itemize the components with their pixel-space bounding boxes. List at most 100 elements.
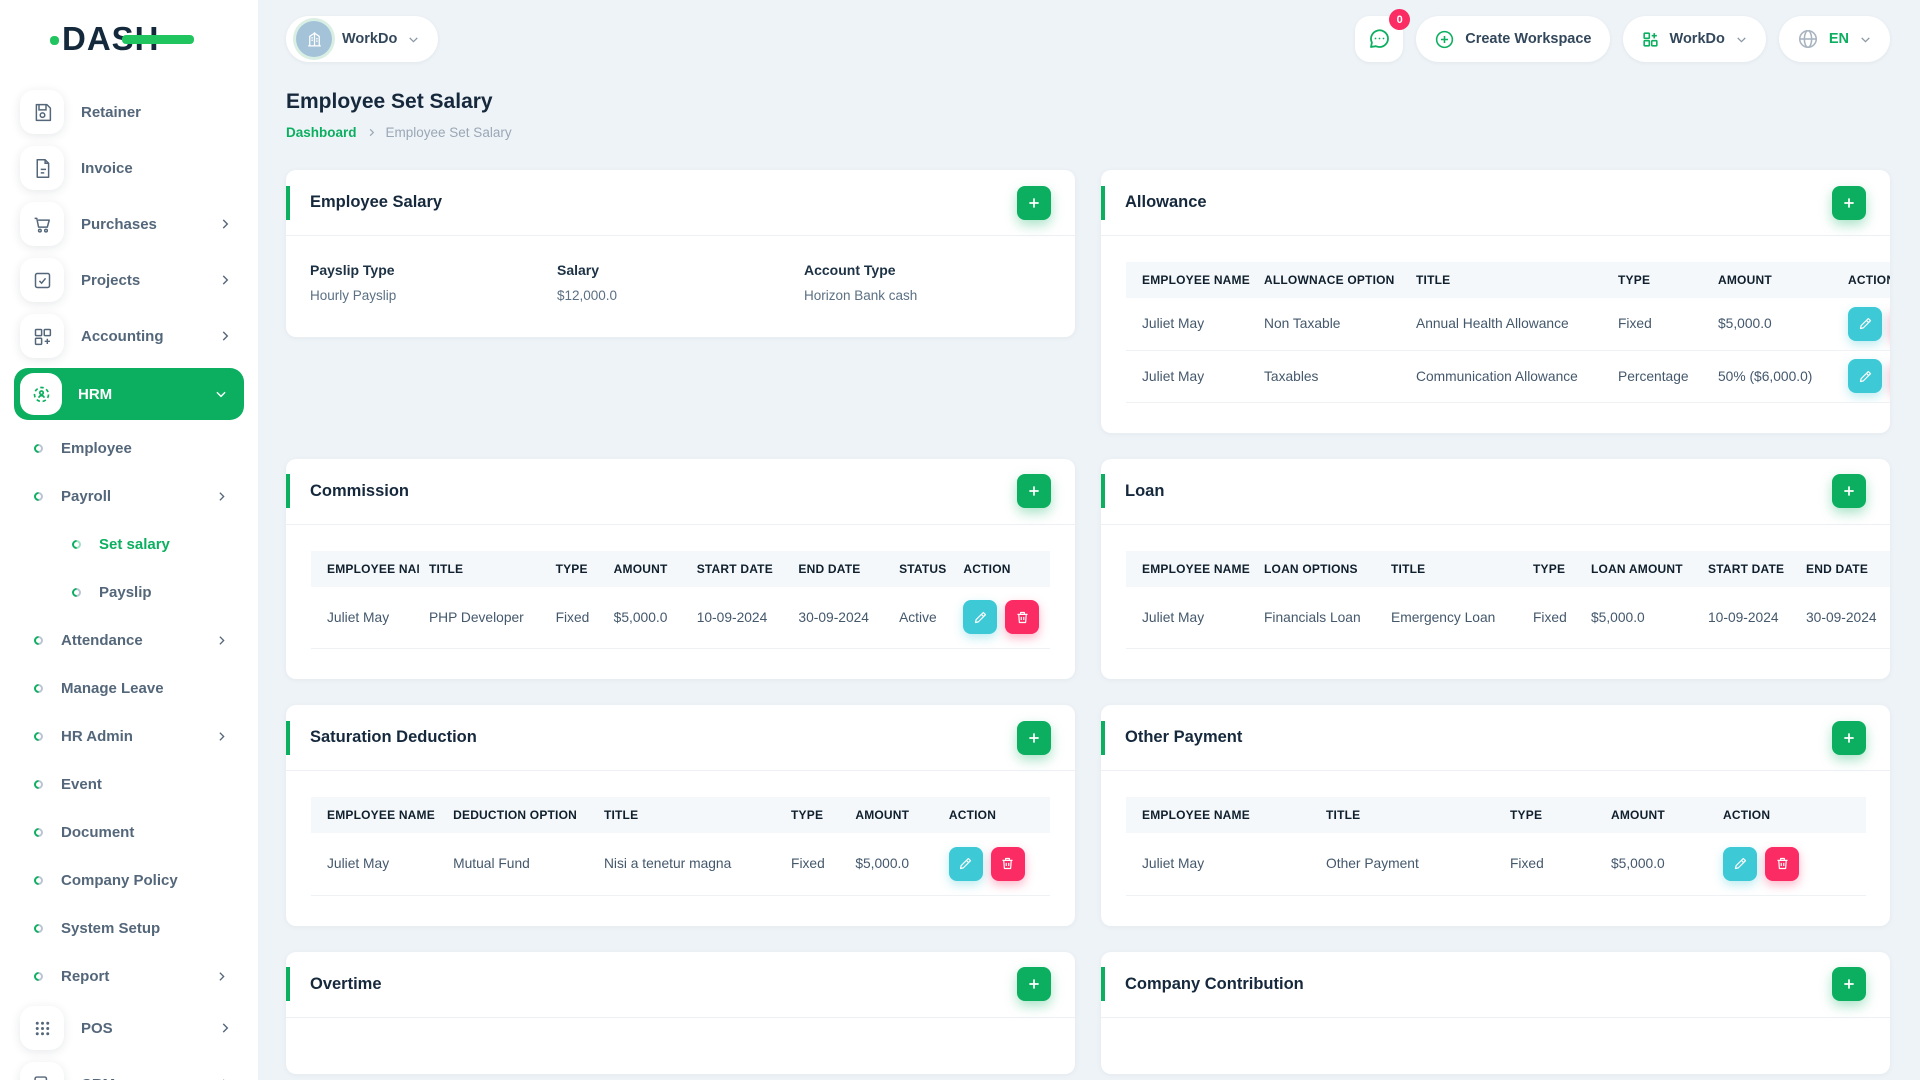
cell-status: Active	[889, 586, 954, 649]
column-header: EMPLOYEE NAME	[1142, 808, 1250, 822]
workdo-dropdown-label: WorkDo	[1669, 31, 1725, 47]
cell-type: Fixed	[1500, 833, 1601, 896]
hrm-icon	[20, 373, 62, 415]
edit-button[interactable]	[1848, 306, 1882, 341]
add-overtime-button[interactable]	[1017, 967, 1051, 1001]
table-header-row: EMPLOYEE NAME ALLOWNACE OPTION TITLE TYP…	[1126, 262, 1890, 298]
grid-plus-icon	[1641, 30, 1660, 49]
overtime-card: Overtime	[286, 951, 1075, 1074]
sidebar-nav: Retainer Invoice Purchases Projects Acco…	[0, 78, 258, 1080]
edit-button[interactable]	[1848, 359, 1882, 393]
logo[interactable]: DASH	[0, 0, 258, 78]
column-header: ACTION	[1848, 273, 1890, 287]
sidebar-item-purchases[interactable]: Purchases	[0, 196, 258, 252]
sidebar-item-projects[interactable]: Projects	[0, 252, 258, 308]
add-allowance-button[interactable]	[1832, 185, 1866, 220]
sidebar-item-label: Invoice	[81, 159, 133, 177]
sidebar-item-hr-admin[interactable]: HR Admin	[0, 712, 258, 760]
delete-button[interactable]	[1765, 846, 1799, 881]
sidebar-item-attendance[interactable]: Attendance	[0, 616, 258, 664]
chevron-right-icon	[215, 730, 228, 743]
edit-button[interactable]	[948, 846, 983, 881]
field-value: Horizon Bank cash	[804, 288, 918, 303]
sidebar-item-hrm[interactable]: HRM	[14, 368, 244, 420]
bullet-icon	[32, 681, 45, 695]
field-account-type: Account Type Horizon Bank cash	[804, 262, 1051, 303]
column-header: DEDUCTION OPTION	[453, 808, 577, 822]
overtime-table-wrap	[286, 1018, 1075, 1074]
topbar: WorkDo 0 Create Workspace WorkDo EN	[286, 0, 1890, 78]
column-header: ACTION	[963, 561, 1011, 576]
card-title: Company Contribution	[1125, 974, 1304, 993]
cards-grid: Employee Salary Payslip Type Hourly Pays…	[286, 170, 1890, 1074]
cell-actions	[1838, 298, 1890, 351]
column-header: TYPE	[1510, 808, 1543, 822]
sidebar-item-label: Document	[61, 823, 135, 841]
delete-button[interactable]	[1005, 600, 1040, 635]
cell-type: Fixed	[1523, 586, 1581, 649]
sidebar-item-label: Payroll	[61, 487, 112, 505]
add-company-contribution-button[interactable]	[1832, 967, 1866, 1001]
sidebar-item-invoice[interactable]: Invoice	[0, 140, 258, 196]
cell-amount: $5,000.0	[845, 833, 939, 896]
workspace-selector[interactable]: WorkDo	[286, 16, 439, 62]
edit-button[interactable]	[1723, 846, 1757, 881]
sidebar-item-crm[interactable]: CRM	[0, 1056, 258, 1080]
globe-icon	[1797, 28, 1819, 50]
create-workspace-button[interactable]: Create Workspace	[1416, 16, 1610, 62]
cell-start-date: 10-09-2024	[1698, 586, 1796, 649]
cell-type: Fixed	[781, 833, 846, 896]
sidebar-item-label: Payslip	[99, 583, 152, 601]
sidebar-item-company-policy[interactable]: Company Policy	[0, 856, 258, 904]
delete-button[interactable]	[990, 846, 1025, 881]
column-header: TITLE	[603, 808, 639, 822]
sidebar-item-pos[interactable]: POS	[0, 1000, 258, 1056]
table-row: Juliet May Financials Loan Emergency Loa…	[1126, 586, 1890, 649]
loan-header: Loan	[1101, 459, 1890, 525]
invoice-icon	[20, 146, 64, 190]
breadcrumb-dashboard-link[interactable]: Dashboard	[286, 125, 357, 140]
sidebar-item-label: POS	[81, 1019, 113, 1037]
column-header: END DATE	[1806, 561, 1869, 576]
loan-table: EMPLOYEE NAME LOAN OPTIONS TITLE TYPE LO…	[1126, 550, 1890, 649]
sidebar-item-label: Accounting	[81, 327, 164, 345]
cell-title: Emergency Loan	[1381, 586, 1523, 649]
sidebar-item-system-setup[interactable]: System Setup	[0, 904, 258, 952]
bullet-icon	[32, 729, 45, 743]
allowance-table-wrap: EMPLOYEE NAME ALLOWNACE OPTION TITLE TYP…	[1101, 236, 1890, 433]
sidebar-item-label: CRM	[81, 1076, 115, 1080]
workdo-apps-dropdown[interactable]: WorkDo	[1622, 16, 1766, 62]
cell-end-date: 30-09-2024	[1796, 586, 1890, 649]
sidebar-item-manage-leave[interactable]: Manage Leave	[0, 664, 258, 712]
sidebar-item-set-salary[interactable]: Set salary	[0, 520, 258, 568]
card-title: Overtime	[310, 974, 382, 993]
messages-button[interactable]: 0	[1355, 9, 1411, 62]
add-other-payment-button[interactable]	[1832, 720, 1866, 755]
sidebar-item-document[interactable]: Document	[0, 808, 258, 856]
add-commission-button[interactable]	[1017, 474, 1051, 508]
bullet-icon	[32, 873, 45, 887]
column-header: TYPE	[555, 561, 588, 576]
add-employee-salary-button[interactable]	[1017, 185, 1051, 220]
language-dropdown[interactable]: EN	[1778, 16, 1890, 62]
sidebar-item-employee[interactable]: Employee	[0, 424, 258, 472]
logo-dot	[50, 36, 59, 45]
other-payment-header: Other Payment	[1101, 705, 1890, 771]
save-icon	[20, 90, 64, 134]
cell-employee-name: Juliet May	[1126, 586, 1254, 649]
sidebar-item-accounting[interactable]: Accounting	[0, 308, 258, 364]
other-payment-table-wrap: EMPLOYEE NAME TITLE TYPE AMOUNT ACTION J…	[1101, 771, 1890, 926]
add-saturation-deduction-button[interactable]	[1017, 720, 1051, 755]
sidebar-item-payslip[interactable]: Payslip	[0, 568, 258, 616]
cell-actions	[1713, 833, 1866, 896]
sidebar-item-payroll[interactable]: Payroll	[0, 472, 258, 520]
sidebar-item-report[interactable]: Report	[0, 952, 258, 1000]
table-header-row: EMPLOYEE NAME LOAN OPTIONS TITLE TYPE LO…	[1126, 550, 1890, 587]
sidebar-item-retainer[interactable]: Retainer	[0, 84, 258, 140]
edit-button[interactable]	[963, 600, 998, 635]
crm-icon	[20, 1062, 64, 1080]
bullet-icon	[32, 441, 45, 455]
sidebar-item-label: HRM	[78, 385, 113, 403]
sidebar-item-event[interactable]: Event	[0, 760, 258, 808]
add-loan-button[interactable]	[1832, 474, 1866, 508]
